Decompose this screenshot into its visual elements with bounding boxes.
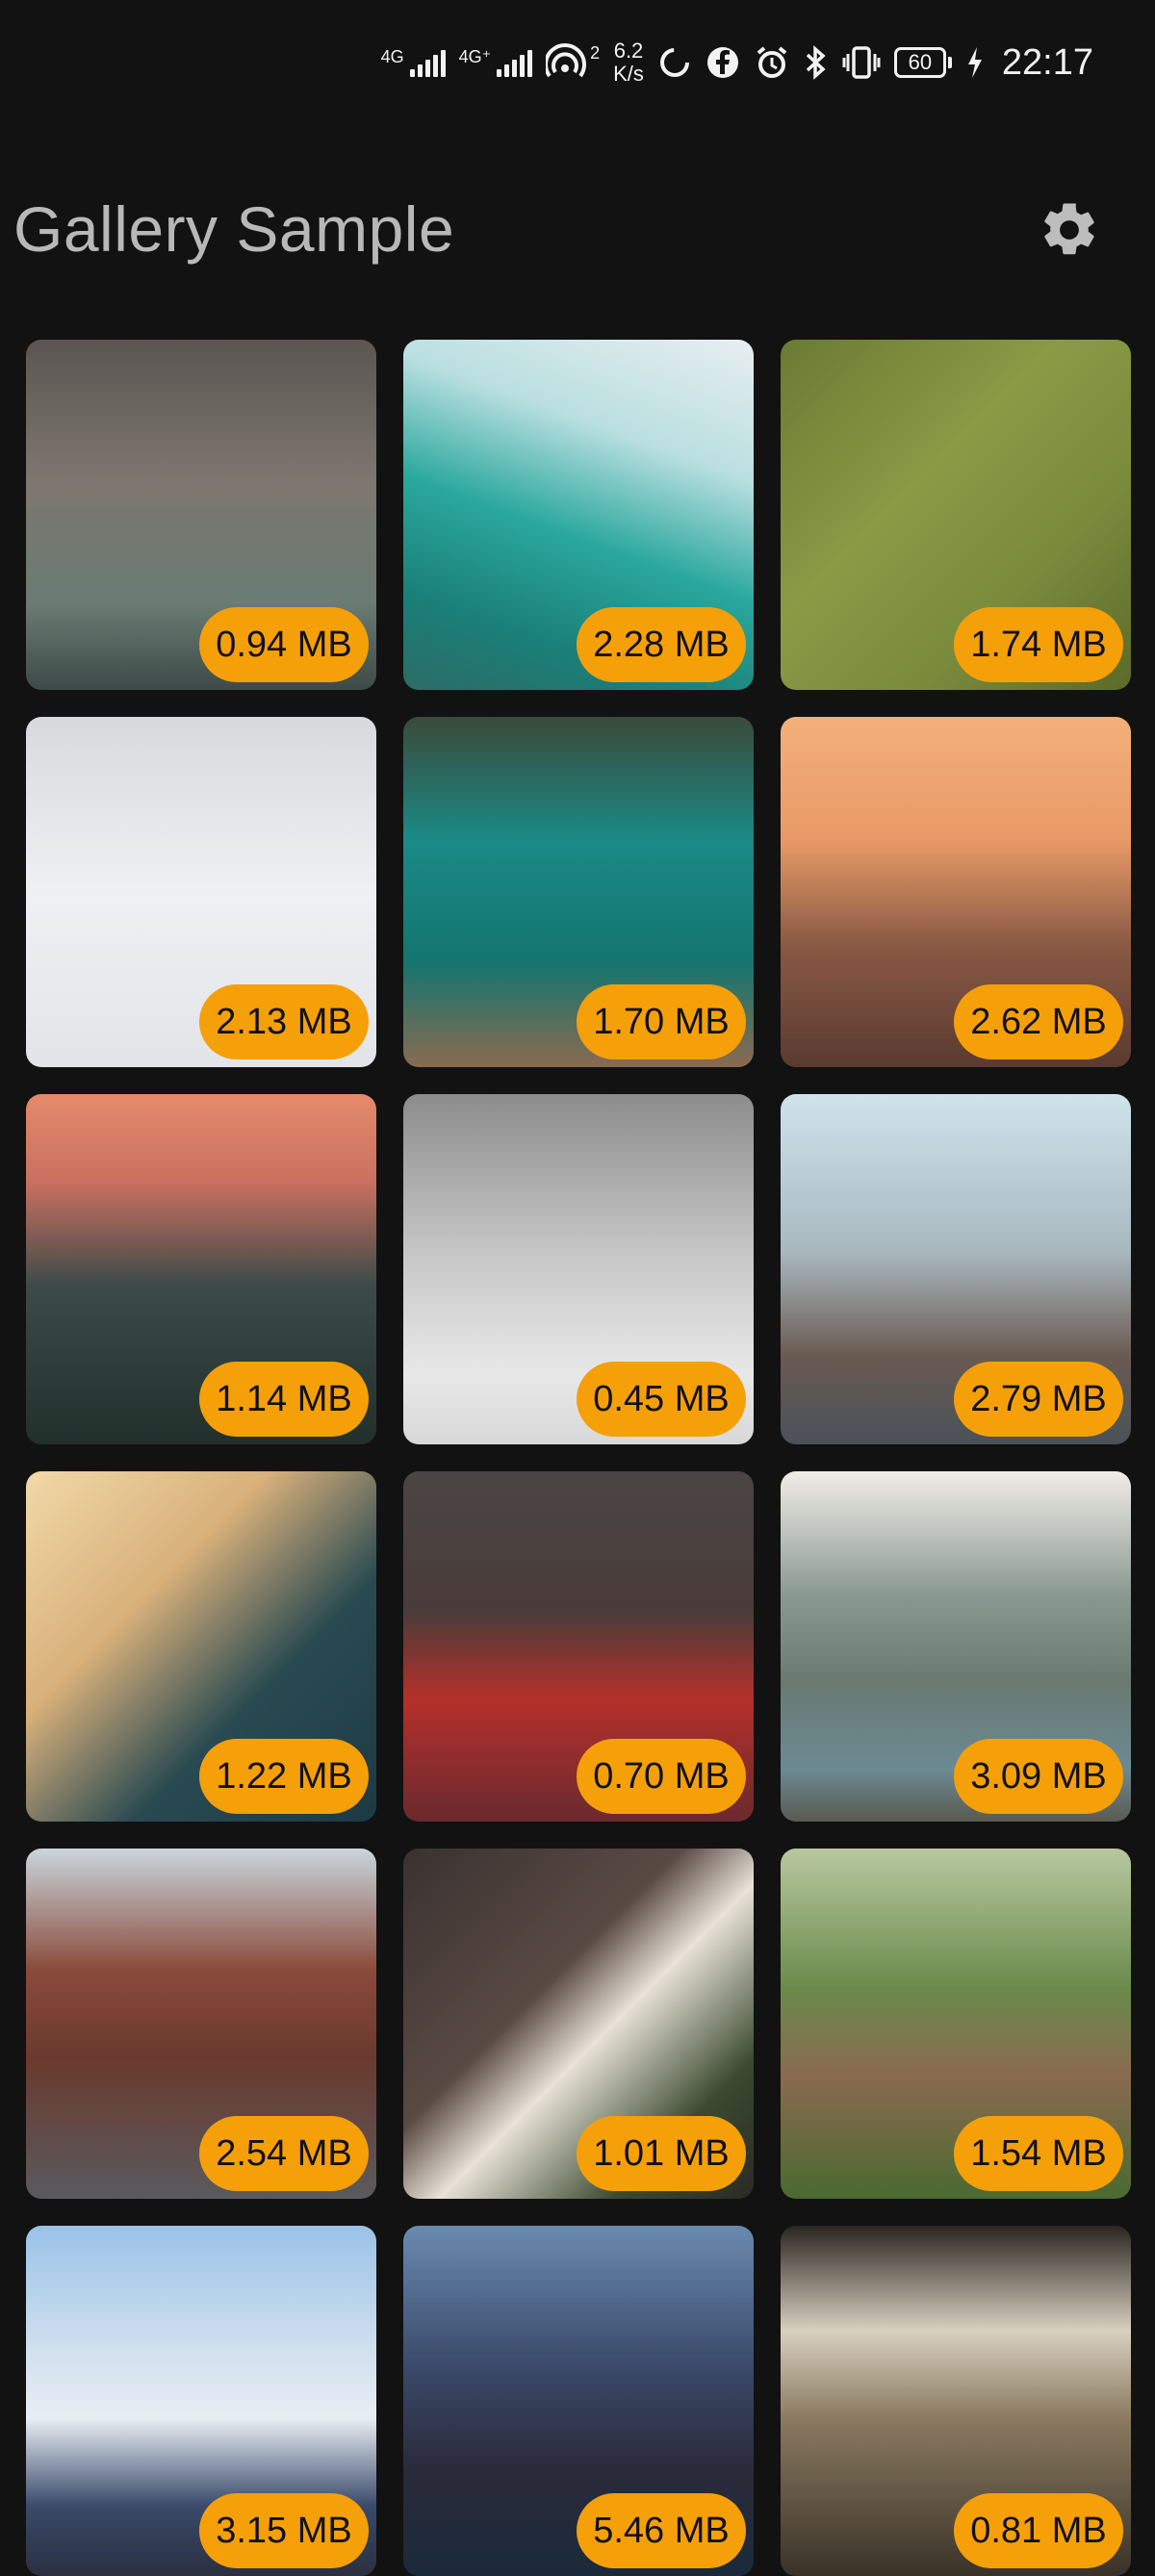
file-size-badge: 1.14 MB (199, 1362, 369, 1437)
file-size-badge: 3.09 MB (954, 1739, 1123, 1814)
network-speed: 6.2 K/s (613, 39, 644, 86)
hotspot-count: 2 (590, 43, 601, 63)
file-size-badge: 1.74 MB (954, 607, 1123, 682)
gallery-item[interactable]: 1.22 MB (26, 1471, 376, 1822)
file-size-badge: 2.54 MB (199, 2116, 369, 2191)
sync-icon (657, 45, 692, 80)
page-title: Gallery Sample (13, 193, 455, 265)
speed-value: 6.2 (613, 38, 644, 63)
file-size-badge: 1.22 MB (199, 1739, 369, 1814)
gallery-item[interactable]: 2.62 MB (781, 717, 1131, 1067)
status-bar: 4G 4G⁺ 2 6.2 K/s 60 22:17 (0, 0, 1155, 125)
clock: 22:17 (1001, 41, 1093, 83)
file-size-badge: 1.54 MB (954, 2116, 1123, 2191)
speed-unit: K/s (613, 62, 644, 86)
file-size-badge: 1.70 MB (577, 984, 746, 1059)
battery-level: 60 (908, 50, 933, 74)
gallery-item[interactable]: 2.54 MB (26, 1849, 376, 2199)
alarm-icon (754, 44, 790, 81)
facebook-icon (706, 45, 740, 80)
gallery-item[interactable]: 0.45 MB (403, 1094, 754, 1444)
gallery-item[interactable]: 1.14 MB (26, 1094, 376, 1444)
file-size-badge: 0.81 MB (954, 2493, 1123, 2568)
signal-icon: 4G (381, 48, 446, 77)
file-size-badge: 0.70 MB (577, 1739, 746, 1814)
signal-icon: 4G⁺ (459, 48, 533, 77)
gallery-item[interactable]: 1.74 MB (781, 340, 1131, 690)
battery-icon: 60 (893, 47, 952, 78)
file-size-badge: 5.46 MB (577, 2493, 746, 2568)
gallery-item[interactable]: 2.13 MB (26, 717, 376, 1067)
gallery-item[interactable]: 0.94 MB (26, 340, 376, 690)
gallery-item[interactable]: 1.01 MB (403, 1849, 754, 2199)
gallery-item[interactable]: 2.28 MB (403, 340, 754, 690)
file-size-badge: 2.62 MB (954, 984, 1123, 1059)
gallery-item[interactable]: 3.15 MB (26, 2226, 376, 2576)
gallery-item[interactable]: 0.81 MB (781, 2226, 1131, 2576)
file-size-badge: 0.94 MB (199, 607, 369, 682)
bluetooth-icon (804, 44, 829, 81)
gallery-item[interactable]: 3.09 MB (781, 1471, 1131, 1822)
gallery-item[interactable]: 1.54 MB (781, 1849, 1131, 2199)
gallery-item[interactable]: 0.70 MB (403, 1471, 754, 1822)
gallery-grid: 0.94 MB 2.28 MB 1.74 MB 2.13 MB 1.70 MB 2.62 … (26, 340, 1131, 2576)
file-size-badge: 0.45 MB (577, 1362, 746, 1437)
charging-icon (965, 45, 985, 80)
gallery-item[interactable]: 1.70 MB (403, 717, 754, 1067)
gear-icon (1044, 203, 1094, 255)
vibrate-icon (842, 44, 881, 81)
gallery-item[interactable]: 2.79 MB (781, 1094, 1131, 1444)
network-type-label: 4G (380, 47, 404, 66)
file-size-badge: 3.15 MB (199, 2493, 369, 2568)
file-size-badge: 2.13 MB (199, 984, 369, 1059)
network-type-label: 4G⁺ (458, 47, 492, 66)
hotspot-icon: 2 (546, 43, 600, 82)
file-size-badge: 2.79 MB (954, 1362, 1123, 1437)
settings-button[interactable] (1032, 192, 1107, 268)
file-size-badge: 2.28 MB (577, 607, 746, 682)
app-bar: Gallery Sample (0, 164, 1155, 298)
gallery-item[interactable]: 5.46 MB (403, 2226, 754, 2576)
file-size-badge: 1.01 MB (577, 2116, 746, 2191)
